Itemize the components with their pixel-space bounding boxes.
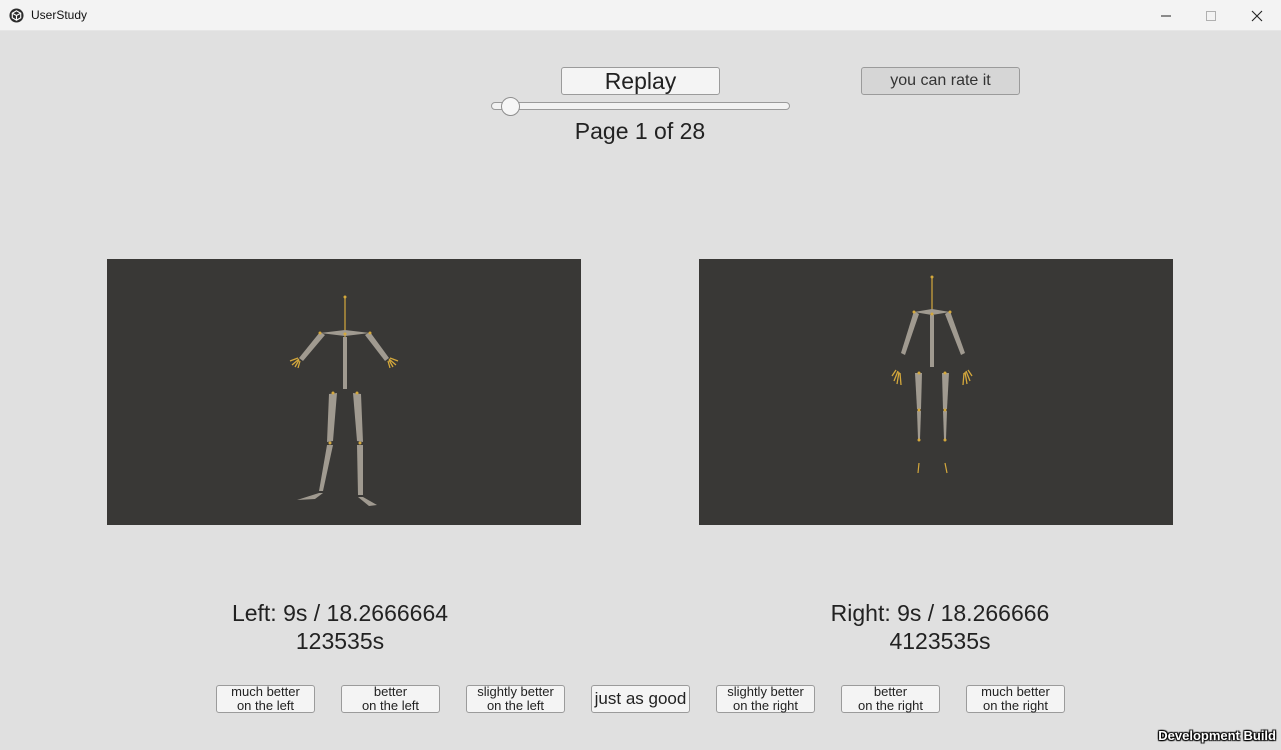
rate-better-left-button[interactable]: better on the left: [341, 685, 440, 713]
rating-line1: much better: [981, 684, 1050, 699]
rating-line1: slightly better: [477, 684, 554, 699]
right-animation-viewport: [699, 259, 1173, 525]
rating-line1: better: [873, 684, 908, 699]
close-button[interactable]: [1234, 0, 1280, 31]
rate-better-right-button[interactable]: better on the right: [841, 685, 940, 713]
right-time-label: Right: 9s / 18.2666664123535s: [830, 600, 1050, 654]
rating-line1: much better: [231, 684, 300, 699]
title-bar: UserStudy: [0, 0, 1281, 31]
page-slider-track[interactable]: [491, 102, 790, 110]
left-time-label: Left: 9s / 18.2666664123535s: [231, 600, 449, 654]
maximize-button[interactable]: [1188, 0, 1234, 31]
left-skeleton-figure: [289, 295, 399, 506]
rating-line2: on the left: [236, 698, 295, 713]
rating-line2: on the left: [486, 698, 545, 713]
replay-button[interactable]: Replay: [561, 67, 720, 95]
minimize-icon: [1161, 15, 1171, 16]
page-slider-thumb[interactable]: [501, 97, 520, 116]
rate-much-better-right-button[interactable]: much better on the right: [966, 685, 1065, 713]
rating-line2: on the right: [857, 698, 924, 713]
rate-just-as-good-button[interactable]: just as good: [591, 685, 690, 713]
maximize-icon: [1206, 10, 1216, 21]
rate-status-button[interactable]: you can rate it: [861, 67, 1020, 95]
rating-line1: just as good: [594, 689, 687, 708]
page-indicator: Page 1 of 28: [574, 118, 706, 144]
close-icon: [1251, 10, 1263, 21]
window-title: UserStudy: [31, 8, 88, 22]
right-skeleton-figure: [891, 275, 973, 474]
rating-line2: on the right: [982, 698, 1049, 713]
minimize-button[interactable]: [1143, 0, 1189, 31]
rating-line2: on the right: [732, 698, 799, 713]
unity-logo-icon: [9, 8, 24, 23]
rate-slightly-better-left-button[interactable]: slightly better on the left: [466, 685, 565, 713]
rating-line2: on the left: [361, 698, 420, 713]
rating-line1: better: [373, 684, 408, 699]
development-build-watermark: Development Build: [1158, 728, 1276, 743]
left-animation-viewport: [107, 259, 581, 525]
rate-much-better-left-button[interactable]: much better on the left: [216, 685, 315, 713]
rate-slightly-better-right-button[interactable]: slightly better on the right: [716, 685, 815, 713]
rating-line1: slightly better: [727, 684, 804, 699]
app-client-area: Replay you can rate it Page 1 of 28 Left…: [0, 31, 1281, 750]
